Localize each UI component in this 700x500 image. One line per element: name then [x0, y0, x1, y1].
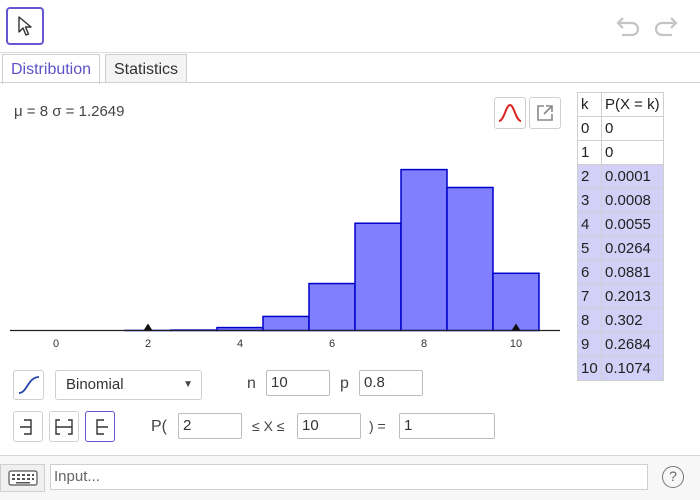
x-tick-label: 4	[237, 338, 243, 350]
bar-k-8	[400, 168, 448, 332]
bar-k-5	[262, 315, 310, 332]
distribution-select[interactable]: Binomial ▼	[55, 370, 202, 400]
probability-result: 1	[399, 413, 495, 439]
table-cell-probability: 0.302	[601, 308, 664, 333]
bar-k-10	[492, 272, 540, 332]
distribution-selected-value: Binomial	[66, 376, 124, 393]
help-icon[interactable]: ?	[662, 466, 684, 488]
table-cell-probability: 0.0264	[601, 236, 664, 261]
export-icon	[537, 105, 553, 121]
table-cell-probability: 0	[601, 116, 664, 141]
interval-bracket-icon	[55, 418, 73, 435]
keyboard-icon	[7, 470, 38, 486]
table-cell-k: 1	[577, 140, 602, 165]
bell-curve-icon	[498, 103, 522, 122]
toolbar	[0, 0, 700, 53]
table-row[interactable]: 10 0.1074	[577, 356, 664, 381]
p-input[interactable]: 0.8	[359, 370, 423, 396]
table-cell-probability: 0.0008	[601, 188, 664, 213]
bar-k-7	[354, 222, 402, 332]
x-tick-label: 6	[329, 338, 335, 350]
move-tool-button[interactable]	[6, 7, 44, 45]
tab-statistics[interactable]: Statistics	[105, 54, 188, 83]
table-cell-probability: 0.1074	[601, 356, 664, 381]
keyboard-button[interactable]	[0, 464, 45, 492]
table-row[interactable]: 4 0.0055	[577, 212, 664, 237]
n-label: n	[247, 375, 256, 392]
caret-down-icon: ▼	[183, 379, 193, 390]
normal-overlay-button[interactable]	[494, 97, 526, 129]
table-cell-k: 2	[577, 164, 602, 189]
between-label: ≤ X ≤	[252, 418, 285, 434]
table-cell-k: 6	[577, 260, 602, 285]
export-button[interactable]	[529, 97, 561, 129]
bar-k-9	[446, 186, 494, 332]
probability-table: k P(X = k) 0 0 1 0 2 0.0001 3 0.0008 4 0.0055 5 0.0…	[577, 92, 664, 381]
table-cell-k: 8	[577, 308, 602, 333]
x-tick-label: 2	[145, 338, 151, 350]
table-cell-probability: 0.0055	[601, 212, 664, 237]
x-tick-label: 10	[510, 338, 522, 350]
table-row[interactable]: 10	[577, 140, 664, 165]
table-row[interactable]: 6 0.0881	[577, 260, 664, 285]
table-row[interactable]: 7 0.2013	[577, 284, 664, 309]
undo-icon[interactable]	[614, 12, 644, 42]
upper-bound-input[interactable]: 10	[297, 413, 361, 439]
cumulative-curve-icon	[18, 376, 39, 394]
table-row[interactable]: 8 0.302	[577, 308, 664, 333]
lower-bound-input[interactable]: 2	[178, 413, 242, 439]
distribution-chart: 0 2 4 6 8 10	[10, 168, 560, 350]
left-sided-button[interactable]	[13, 411, 43, 442]
bar-k-6	[308, 282, 356, 332]
header-p: P(X = k)	[601, 92, 664, 117]
redo-icon[interactable]	[650, 12, 680, 42]
table-cell-k: 3	[577, 188, 602, 213]
x-tick-label: 0	[53, 338, 59, 350]
table-cell-k: 10	[577, 356, 602, 381]
tab-bar: Distribution Statistics	[0, 53, 700, 84]
table-cell-k: 4	[577, 212, 602, 237]
equals-label: ) =	[369, 418, 386, 434]
table-cell-k: 9	[577, 332, 602, 357]
table-cell-probability: 0	[601, 140, 664, 165]
table-cell-probability: 0.2013	[601, 284, 664, 309]
table-row[interactable]: 9 0.2684	[577, 332, 664, 357]
arrow-cursor-icon	[18, 16, 32, 36]
interval-button[interactable]	[49, 411, 79, 442]
algebra-input[interactable]: Input...	[50, 464, 648, 490]
right-bracket-icon	[96, 418, 108, 435]
table-cell-k: 7	[577, 284, 602, 309]
table-row[interactable]: 3 0.0008	[577, 188, 664, 213]
p-label: p	[340, 375, 349, 392]
header-k: k	[577, 92, 602, 117]
n-input[interactable]: 10	[266, 370, 330, 396]
cumulative-toggle-button[interactable]	[13, 370, 44, 400]
table-cell-probability: 0.2684	[601, 332, 664, 357]
left-bracket-icon	[20, 418, 32, 435]
table-header-row: k P(X = k)	[577, 92, 664, 117]
right-sided-button[interactable]	[85, 411, 115, 442]
probability-prefix: P(	[151, 418, 167, 435]
table-cell-probability: 0.0881	[601, 260, 664, 285]
mean-sd-summary: μ = 8 σ = 1.2649	[14, 103, 125, 120]
table-cell-k: 5	[577, 236, 602, 261]
table-row[interactable]: 2 0.0001	[577, 164, 664, 189]
table-cell-k: 0	[577, 116, 602, 141]
table-cell-probability: 0.0001	[601, 164, 664, 189]
x-tick-label: 8	[421, 338, 427, 350]
bound-marker[interactable]	[143, 323, 153, 331]
table-row[interactable]: 5 0.0264	[577, 236, 664, 261]
table-row[interactable]: 00	[577, 116, 664, 141]
tab-distribution[interactable]: Distribution	[2, 54, 101, 84]
